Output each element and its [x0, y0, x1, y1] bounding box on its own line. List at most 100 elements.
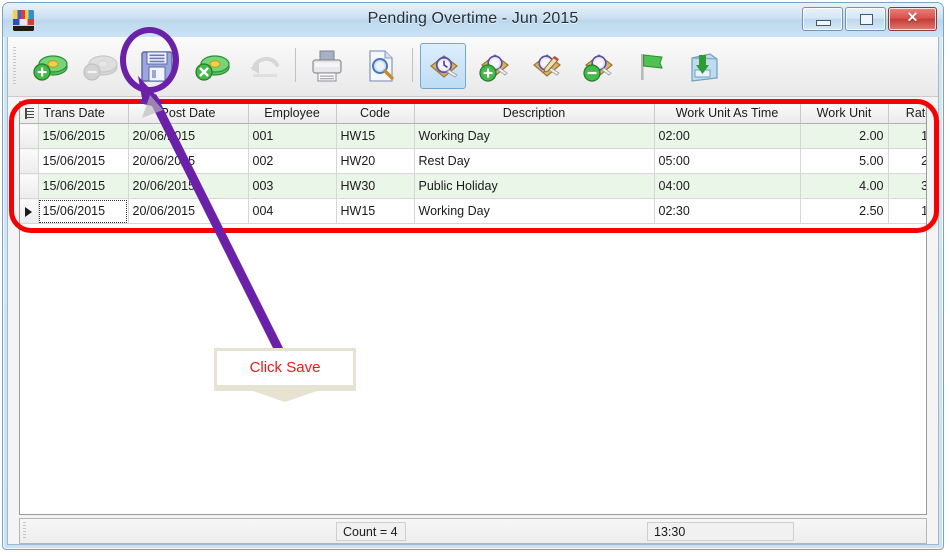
cell-code[interactable]: HW30	[336, 174, 414, 199]
cell-description[interactable]: Rest Day	[414, 149, 654, 174]
cell-description[interactable]: Working Day	[414, 199, 654, 224]
application-window: Pending Overtime - Jun 2015 ✕	[0, 0, 950, 556]
cell-work-unit[interactable]: 2.00	[800, 124, 888, 149]
cell-work-unit-as-time[interactable]: 04:00	[654, 174, 800, 199]
minimize-icon	[816, 20, 831, 26]
overtime-grid[interactable]: Trans Date Post Date Employee Code Descr…	[19, 101, 927, 515]
clock-minus-icon	[580, 47, 618, 85]
cell-rate[interactable]: 2.00	[888, 149, 927, 174]
cell-trans-date[interactable]: 15/06/2015	[38, 174, 128, 199]
cell-post-date[interactable]: 20/06/2015	[128, 199, 248, 224]
remove-payment-button	[76, 43, 122, 89]
close-button[interactable]: ✕	[888, 7, 937, 31]
toolbar-separator	[295, 48, 296, 82]
table-header-row: Trans Date Post Date Employee Code Descr…	[20, 102, 927, 124]
record-count-panel: Count = 4	[336, 522, 406, 541]
undo-arrow-icon	[246, 47, 284, 85]
cell-trans-date[interactable]: 15/06/2015	[38, 199, 128, 224]
table-row-current[interactable]: 15/06/2015 20/06/2015 004 HW15 Working D…	[20, 199, 927, 224]
money-minus-icon	[80, 47, 118, 85]
grid-menu-icon	[25, 108, 34, 119]
cell-rate[interactable]: 1.50	[888, 124, 927, 149]
cell-code[interactable]: HW20	[336, 149, 414, 174]
flag-button[interactable]	[628, 43, 674, 89]
table-row[interactable]: 15/06/2015 20/06/2015 003 HW30 Public Ho…	[20, 174, 927, 199]
cell-employee[interactable]: 002	[248, 149, 336, 174]
money-delete-icon	[192, 47, 230, 85]
grid-menu-header-cell[interactable]	[20, 102, 38, 124]
cell-work-unit-as-time[interactable]: 02:30	[654, 199, 800, 224]
column-header-work-unit[interactable]: Work Unit	[800, 102, 888, 124]
status-bar: Count = 4 13:30	[19, 518, 927, 544]
cell-work-unit[interactable]: 4.00	[800, 174, 888, 199]
floppy-save-icon	[138, 47, 176, 85]
clock-add-icon	[476, 47, 514, 85]
delete-payment-button[interactable]	[188, 43, 234, 89]
cell-post-date[interactable]: 20/06/2015	[128, 124, 248, 149]
status-bar-grip	[23, 522, 26, 540]
column-header-work-unit-as-time[interactable]: Work Unit As Time	[654, 102, 800, 124]
remove-overtime-button[interactable]	[576, 43, 622, 89]
title-bar: Pending Overtime - Jun 2015 ✕	[3, 3, 943, 37]
cell-rate[interactable]: 3.00	[888, 174, 927, 199]
row-selector[interactable]	[20, 124, 38, 149]
column-header-rate[interactable]: Rate	[888, 102, 927, 124]
current-row-arrow-icon	[25, 207, 32, 217]
cell-code[interactable]: HW15	[336, 199, 414, 224]
toolbar-grip[interactable]	[13, 47, 16, 85]
page-magnifier-icon	[362, 47, 400, 85]
save-button[interactable]	[134, 43, 180, 89]
cell-rate[interactable]: 1.50	[888, 199, 927, 224]
cell-post-date[interactable]: 20/06/2015	[128, 174, 248, 199]
cell-post-date[interactable]: 20/06/2015	[128, 149, 248, 174]
cell-code[interactable]: HW15	[336, 124, 414, 149]
add-payment-button[interactable]	[26, 43, 72, 89]
window-frame: Pending Overtime - Jun 2015 ✕	[2, 2, 944, 550]
toolbar-separator-2	[412, 48, 413, 82]
maximize-icon	[860, 14, 873, 25]
row-selector-current[interactable]	[20, 199, 38, 224]
cell-trans-date[interactable]: 15/06/2015	[38, 124, 128, 149]
cell-work-unit[interactable]: 2.50	[800, 199, 888, 224]
print-preview-button[interactable]	[358, 43, 404, 89]
overtime-list-button[interactable]	[420, 43, 466, 89]
maximize-button[interactable]	[845, 7, 886, 31]
clock-edit-icon	[528, 47, 566, 85]
cell-employee[interactable]: 003	[248, 174, 336, 199]
column-header-employee[interactable]: Employee	[248, 102, 336, 124]
row-selector[interactable]	[20, 149, 38, 174]
undo-button	[242, 43, 288, 89]
close-icon: ✕	[889, 9, 936, 26]
overtime-table: Trans Date Post Date Employee Code Descr…	[20, 102, 927, 224]
cell-description[interactable]: Working Day	[414, 124, 654, 149]
cell-work-unit[interactable]: 5.00	[800, 149, 888, 174]
column-header-post-date[interactable]: Post Date	[128, 102, 248, 124]
callout-box: Click Save	[214, 348, 356, 388]
cell-employee[interactable]: 004	[248, 199, 336, 224]
column-header-trans-date[interactable]: Trans Date	[38, 102, 128, 124]
cell-trans-date[interactable]: 15/06/2015	[38, 149, 128, 174]
client-area: Trans Date Post Date Employee Code Descr…	[7, 37, 939, 545]
cell-work-unit-as-time[interactable]: 05:00	[654, 149, 800, 174]
export-button[interactable]	[680, 43, 726, 89]
table-row[interactable]: 15/06/2015 20/06/2015 001 HW15 Working D…	[20, 124, 927, 149]
minimize-button[interactable]	[802, 7, 843, 31]
print-button[interactable]	[304, 43, 350, 89]
table-row[interactable]: 15/06/2015 20/06/2015 002 HW20 Rest Day …	[20, 149, 927, 174]
total-time-panel: 13:30	[647, 522, 794, 541]
clock-box-icon	[425, 48, 463, 86]
callout-text: Click Save	[250, 359, 321, 376]
add-overtime-button[interactable]	[472, 43, 518, 89]
row-selector[interactable]	[20, 174, 38, 199]
column-header-description[interactable]: Description	[414, 102, 654, 124]
edit-overtime-button[interactable]	[524, 43, 570, 89]
money-add-icon	[30, 47, 68, 85]
cell-description[interactable]: Public Holiday	[414, 174, 654, 199]
cell-employee[interactable]: 001	[248, 124, 336, 149]
green-flag-icon	[632, 47, 670, 85]
window-controls: ✕	[802, 7, 937, 31]
printer-icon	[308, 47, 346, 85]
toolbar	[8, 37, 938, 97]
cell-work-unit-as-time[interactable]: 02:00	[654, 124, 800, 149]
column-header-code[interactable]: Code	[336, 102, 414, 124]
